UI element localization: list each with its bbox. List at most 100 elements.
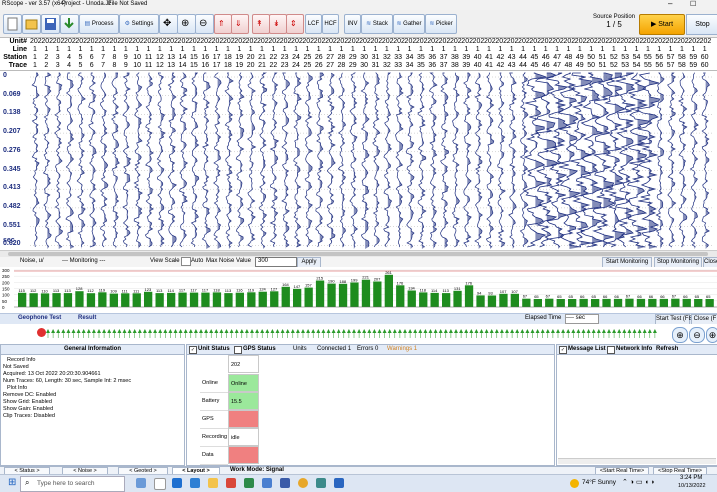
geophone-marker xyxy=(647,329,652,333)
file-explorer-icon[interactable] xyxy=(208,478,218,488)
widgets-icon[interactable] xyxy=(154,478,166,490)
hcf-button[interactable]: HCF xyxy=(322,14,339,34)
word-icon[interactable] xyxy=(280,478,290,488)
mail-icon[interactable] xyxy=(226,478,236,488)
maximize-icon[interactable]: ☐ xyxy=(690,0,696,8)
status-row-value[interactable] xyxy=(228,446,259,464)
settings-button[interactable]: ⚙ Settings xyxy=(119,14,159,34)
noise-bar-label: 199 xyxy=(351,278,358,283)
gain-down-button[interactable]: ⇓ xyxy=(231,14,249,34)
header-cell: 5 xyxy=(78,54,83,61)
noise-bar xyxy=(419,292,428,307)
header-cell: 25 xyxy=(303,62,312,69)
geophone-marker xyxy=(561,329,566,333)
noise-bar-label: 65 xyxy=(695,294,700,299)
header-cell: 1 xyxy=(362,46,367,53)
header-cell: 14 xyxy=(178,62,187,69)
max-noise-input[interactable]: 300 xyxy=(255,257,297,267)
excel-icon[interactable] xyxy=(244,478,254,488)
chrome-icon[interactable] xyxy=(298,478,308,488)
message-list-checkbox[interactable]: ✓ xyxy=(559,346,567,354)
network-info-checkbox[interactable] xyxy=(607,346,615,354)
start-button[interactable]: ▶ Start xyxy=(639,14,685,35)
header-cell: 43 xyxy=(507,54,516,61)
status-row-value[interactable]: idle xyxy=(228,428,259,446)
status-row-value[interactable]: Online xyxy=(228,374,259,392)
inv-button[interactable]: INV xyxy=(344,14,361,34)
new-file-button[interactable] xyxy=(3,14,22,34)
trace-scale-down-button[interactable]: ↡ xyxy=(269,14,287,34)
clip-button[interactable]: ⇕ xyxy=(286,14,304,34)
noise-bar-label: 190 xyxy=(328,279,335,284)
unit-number[interactable]: 202 xyxy=(228,355,259,373)
noise-bar-label: 128 xyxy=(76,286,83,291)
noise-bar-label: 113 xyxy=(53,288,60,293)
new-file-icon xyxy=(7,17,18,31)
noise-bar xyxy=(212,292,222,307)
process-button[interactable]: ▤ Process xyxy=(79,14,119,34)
edge-icon[interactable] xyxy=(172,478,182,488)
file-status: File Not Saved xyxy=(108,1,148,7)
status-row-value[interactable]: 15.5 xyxy=(228,392,259,410)
clock-date[interactable]: 10/13/2022 xyxy=(678,483,706,489)
rscope-app-icon[interactable] xyxy=(334,478,344,488)
zoom-reset-icon[interactable]: ⊕ xyxy=(706,327,717,343)
refresh-button[interactable]: Refresh xyxy=(656,346,678,352)
app-icon-2[interactable] xyxy=(316,478,326,488)
seismic-trace-panel[interactable] xyxy=(0,70,717,255)
unit-status-checkbox[interactable]: ✓ xyxy=(189,346,197,354)
lcf-button[interactable]: LCF xyxy=(305,14,322,34)
header-cell: 46 xyxy=(541,62,550,69)
windows-start-icon[interactable]: ⊞ xyxy=(8,478,16,488)
header-cell: 41 xyxy=(485,62,493,69)
zoom-out-icon[interactable]: ⊖ xyxy=(689,327,705,343)
zoom-fit-button[interactable]: ✥ xyxy=(159,14,178,34)
noise-bar-label: 65 xyxy=(706,294,711,299)
open-folder-button[interactable] xyxy=(22,14,41,34)
noise-bar xyxy=(591,299,600,307)
seismic-traces[interactable] xyxy=(0,71,717,251)
zoom-out-button[interactable]: ⊖ xyxy=(195,14,214,34)
noise-bar xyxy=(476,295,485,307)
tray-icons[interactable]: ⌃ ◑ ▭ ◖ ◗ xyxy=(622,478,655,486)
auto-checkbox[interactable] xyxy=(181,257,191,266)
zoom-in-icon[interactable]: ⊕ xyxy=(672,327,688,343)
header-cell: 202 xyxy=(98,38,110,45)
stack-button[interactable]: ≋ Stack xyxy=(361,14,393,34)
message-scrollbar[interactable] xyxy=(558,458,716,464)
zoom-in-button[interactable]: ⊕ xyxy=(177,14,196,34)
picker-button[interactable]: ≋ Picker xyxy=(425,14,457,34)
header-cell: 1 xyxy=(668,46,673,53)
minimize-icon[interactable]: – xyxy=(668,0,672,8)
noise-bar xyxy=(556,299,565,307)
geophone-marker xyxy=(556,329,560,333)
noise-bar-label: 176 xyxy=(397,280,404,285)
status-row-value[interactable] xyxy=(228,410,259,428)
download-button[interactable] xyxy=(60,14,79,34)
record-icon[interactable] xyxy=(37,328,46,337)
clock-time[interactable]: 3:24 PM xyxy=(680,475,702,481)
geophone-marker xyxy=(515,329,520,333)
header-cell: 9 xyxy=(123,62,128,69)
header-cell: 28 xyxy=(337,54,346,61)
gain-up-button[interactable]: ⇑ xyxy=(214,14,232,34)
header-cell: 5 xyxy=(78,62,83,69)
geophone-marker xyxy=(142,329,147,333)
task-view-icon[interactable] xyxy=(136,478,146,488)
header-cell: 10 xyxy=(133,62,142,69)
stop-button[interactable]: Stop xyxy=(686,14,717,35)
app-icon[interactable] xyxy=(262,478,272,488)
noise-bar-label: 119 xyxy=(248,287,255,292)
geophone-marker xyxy=(148,329,152,333)
store-icon[interactable] xyxy=(190,478,200,488)
gps-status-checkbox[interactable] xyxy=(234,346,242,354)
gather-button[interactable]: ≋ Gather xyxy=(393,14,425,34)
trace-scale-up-button[interactable]: ↟ xyxy=(252,14,270,34)
scrollbar-thumb[interactable] xyxy=(8,252,708,256)
seismic-trace-fill xyxy=(694,73,699,249)
elapsed-time-value: ---- sec xyxy=(565,314,599,324)
weather-text[interactable]: 74°F Sunny xyxy=(582,479,616,486)
save-button[interactable] xyxy=(41,14,60,34)
time-tick-label: 0.482 xyxy=(3,202,21,210)
taskbar-search-box[interactable]: ⌕ Type here to search xyxy=(20,476,125,492)
